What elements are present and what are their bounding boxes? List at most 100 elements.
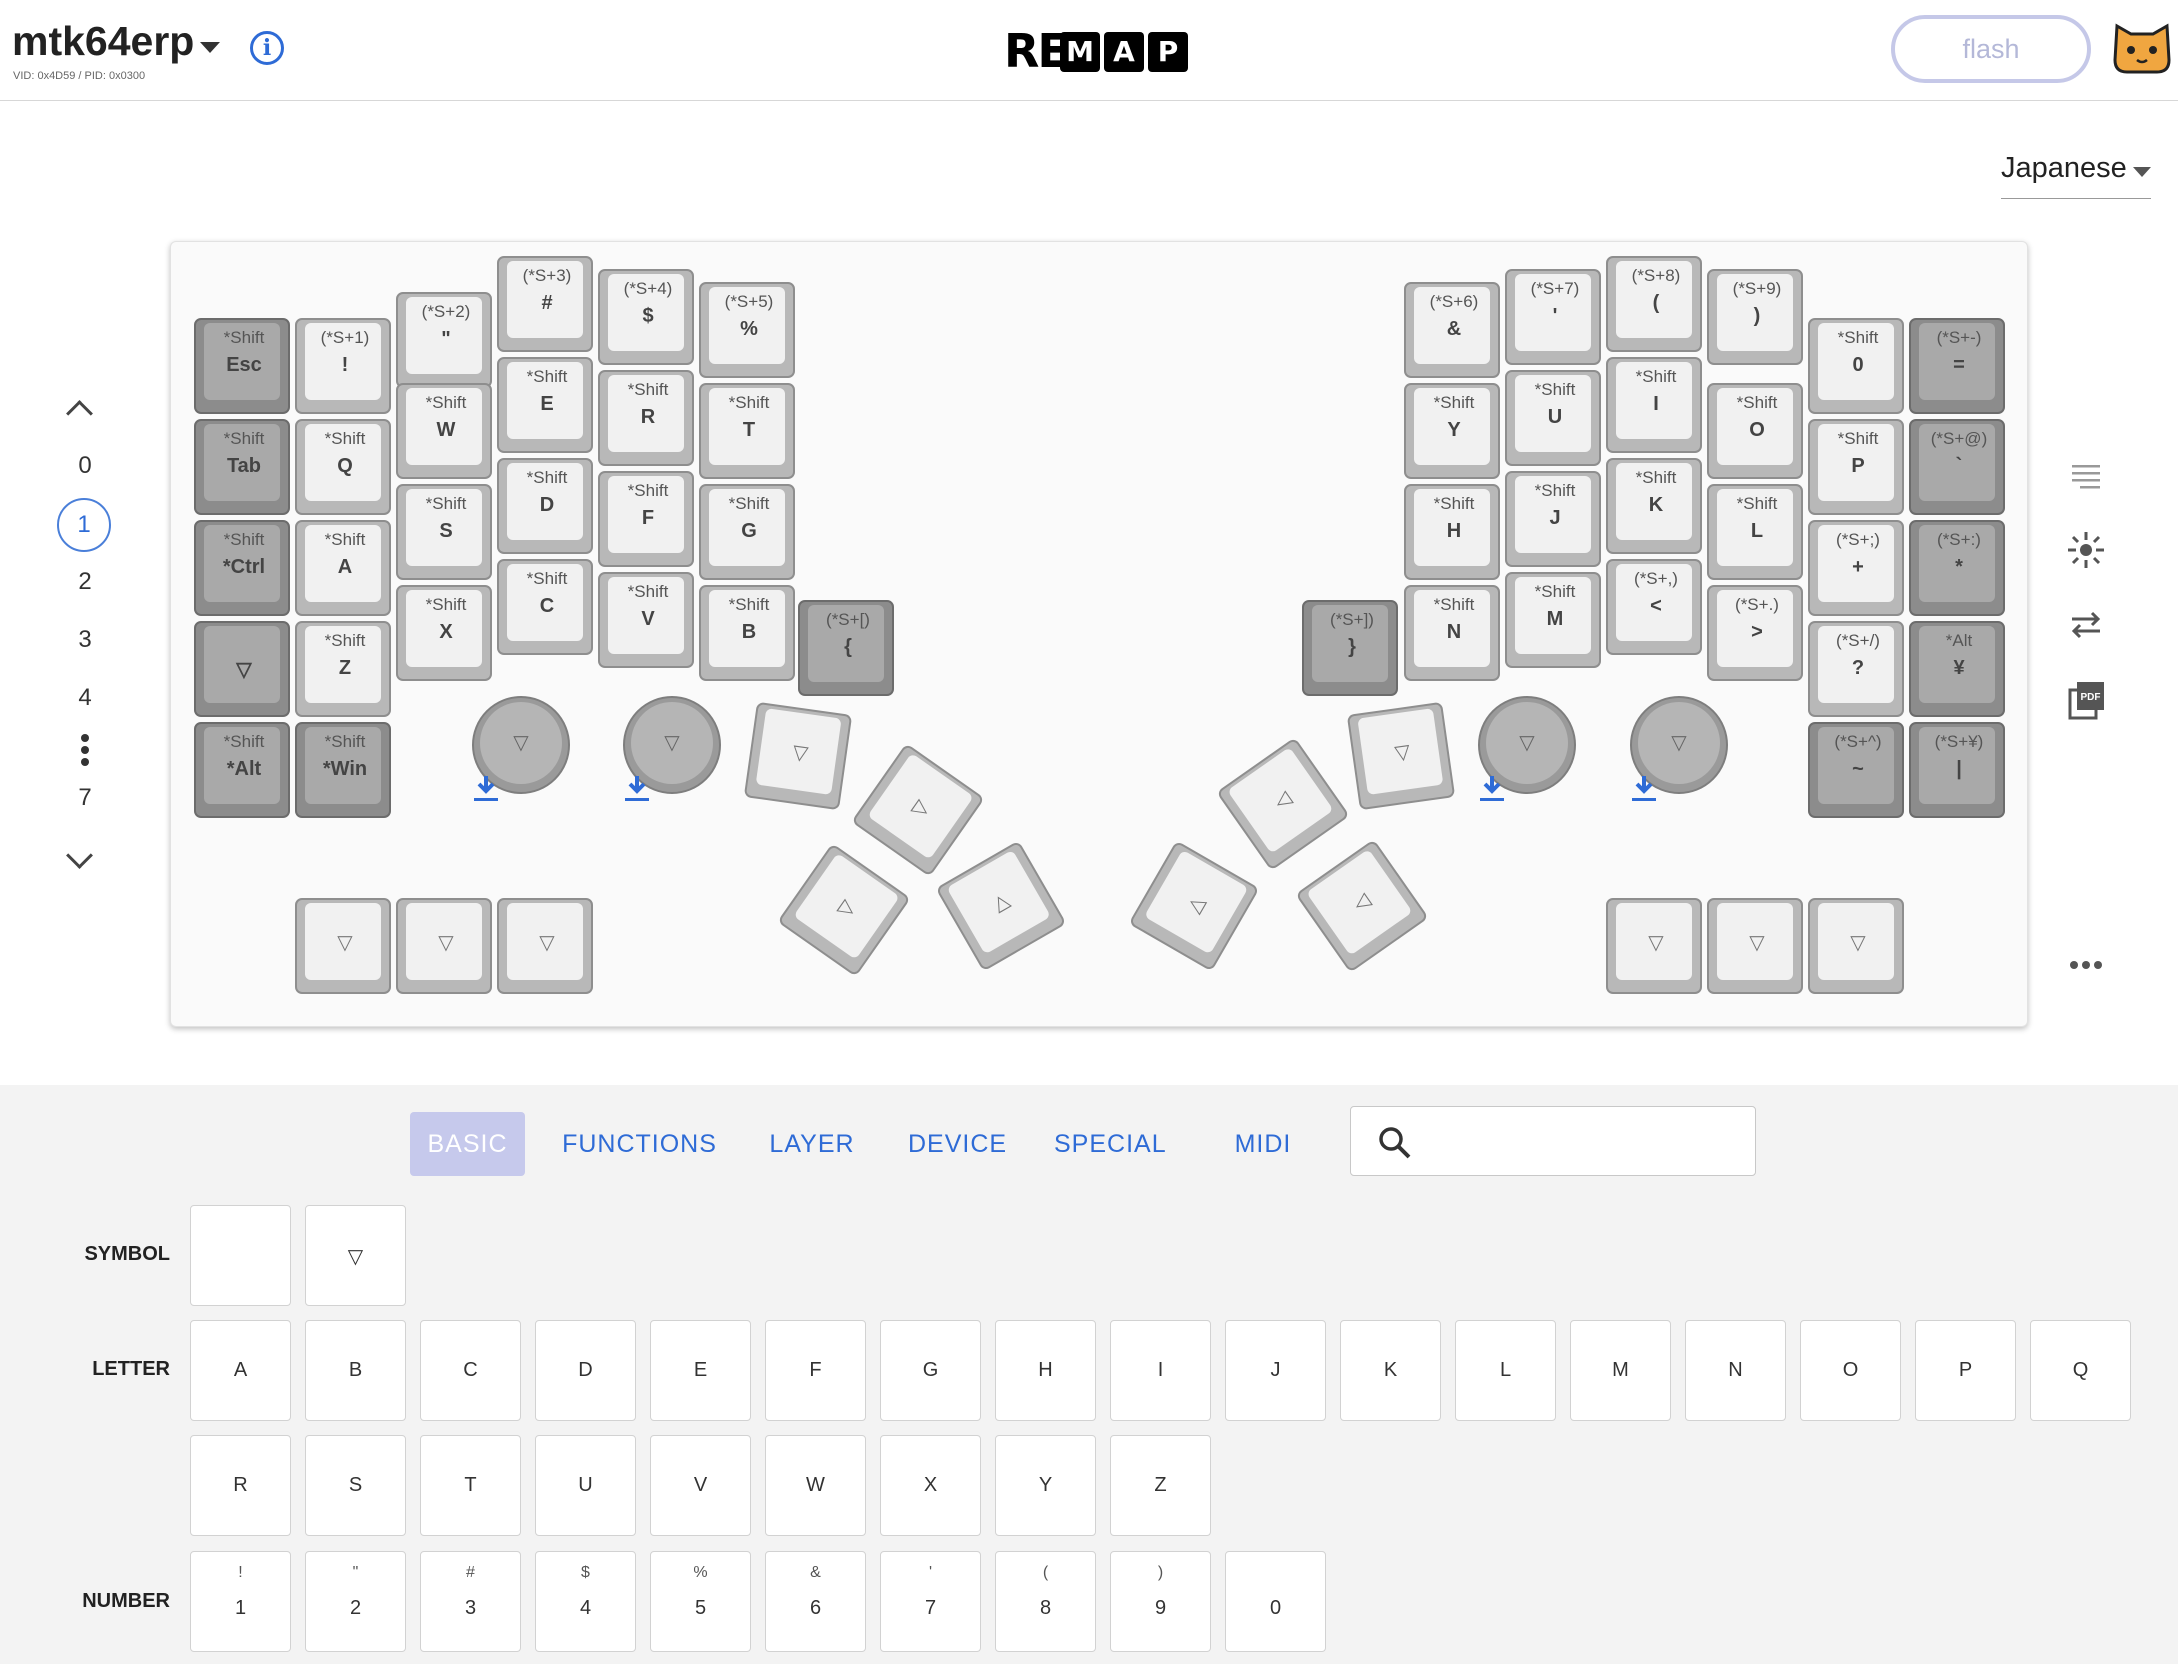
keyboard-key[interactable]: *Shift Esc: [194, 318, 290, 414]
keyboard-key[interactable]: *Shift *Win: [295, 722, 391, 818]
tab-device[interactable]: DEVICE: [908, 1112, 1006, 1176]
keycode-button[interactable]: % 5: [650, 1551, 751, 1652]
keyboard-key[interactable]: *Shift O: [1707, 383, 1803, 479]
keycode-button[interactable]: R: [190, 1435, 291, 1536]
keycode-button[interactable]: I: [1110, 1320, 1211, 1421]
keycode-button[interactable]: #3: [420, 1551, 521, 1652]
download-icon[interactable]: [1631, 774, 1657, 804]
layer-1-active[interactable]: 1: [57, 498, 111, 552]
keycode-button[interactable]: S: [305, 1435, 406, 1536]
layer-4[interactable]: 4: [65, 684, 105, 712]
flash-button[interactable]: flash: [1891, 15, 2091, 83]
keycode-button[interactable]: E: [650, 1320, 751, 1421]
keyboard-key[interactable]: *Shift B: [699, 585, 795, 681]
search-input[interactable]: [1350, 1106, 1756, 1176]
keyboard-key[interactable]: *Shift V: [598, 572, 694, 668]
tab-midi[interactable]: MIDI: [1230, 1112, 1296, 1176]
keyboard-key[interactable]: *Alt ¥: [1909, 621, 2005, 717]
cat-avatar-icon[interactable]: [2113, 20, 2171, 76]
download-icon[interactable]: [473, 774, 499, 804]
layer-0[interactable]: 0: [65, 452, 105, 480]
keyboard-key[interactable]: ▽: [396, 898, 492, 994]
keycode-button[interactable]: (8: [995, 1551, 1096, 1652]
keyboard-key[interactable]: ▽: [743, 701, 853, 811]
keycode-button[interactable]: C: [420, 1320, 521, 1421]
keyboard-key[interactable]: ▽: [295, 898, 391, 994]
keycode-button[interactable]: T: [420, 1435, 521, 1536]
keyboard-key[interactable]: *Shift U: [1505, 370, 1601, 466]
keyboard-key[interactable]: (*S+])}: [1302, 600, 1398, 696]
keyboard-key[interactable]: *Shift F: [598, 471, 694, 567]
keycode-button[interactable]: D: [535, 1320, 636, 1421]
keycode-button[interactable]: J: [1225, 1320, 1326, 1421]
menu-lines-icon[interactable]: [2066, 455, 2106, 495]
keyboard-key[interactable]: *Shift C: [497, 559, 593, 655]
keycode-button[interactable]: G: [880, 1320, 981, 1421]
keyboard-key[interactable]: *Shift T: [699, 383, 795, 479]
keyboard-key[interactable]: (*S+-) =: [1909, 318, 2005, 414]
keyboard-key[interactable]: (*S+2) ": [396, 292, 492, 388]
language-select[interactable]: Japanese: [2001, 148, 2151, 199]
keycode-button[interactable]: H: [995, 1320, 1096, 1421]
keyboard-key[interactable]: *Shift K: [1606, 458, 1702, 554]
keyboard-key[interactable]: (*S+,) <: [1606, 559, 1702, 655]
keycode-button[interactable]: 0: [1225, 1551, 1326, 1652]
keycode-button[interactable]: U: [535, 1435, 636, 1536]
layer-2[interactable]: 2: [65, 568, 105, 596]
download-icon[interactable]: [1479, 774, 1505, 804]
keyboard-key[interactable]: *Shift P: [1808, 419, 1904, 515]
tab-functions[interactable]: FUNCTIONS: [562, 1112, 717, 1176]
keyboard-key[interactable]: ▽: [1346, 701, 1456, 811]
download-icon[interactable]: [624, 774, 650, 804]
keycode-button[interactable]: W: [765, 1435, 866, 1536]
tab-special[interactable]: SPECIAL: [1054, 1112, 1166, 1176]
keyboard-key[interactable]: *Shift Q: [295, 419, 391, 515]
keyboard-key[interactable]: (*S+9)): [1707, 269, 1803, 365]
keyboard-key[interactable]: *Shift X: [396, 585, 492, 681]
keyboard-key[interactable]: *Shift I: [1606, 357, 1702, 453]
keyboard-key[interactable]: (*S+1)!: [295, 318, 391, 414]
keycode-button[interactable]: B: [305, 1320, 406, 1421]
keycode-button[interactable]: M: [1570, 1320, 1671, 1421]
keycode-button[interactable]: [190, 1205, 291, 1306]
keycode-button[interactable]: L: [1455, 1320, 1556, 1421]
keyboard-key[interactable]: (*S+^) ~: [1808, 722, 1904, 818]
info-icon[interactable]: i: [250, 31, 284, 65]
keyboard-key[interactable]: ▽: [497, 898, 593, 994]
keycode-button[interactable]: P: [1915, 1320, 2016, 1421]
keyboard-key[interactable]: *Shift R: [598, 370, 694, 466]
keyboard-key[interactable]: (*S+:) *: [1909, 520, 2005, 616]
keyboard-name[interactable]: mtk64erp: [12, 18, 194, 65]
keyboard-key[interactable]: (*S+7) ': [1505, 269, 1601, 365]
layer-down-icon[interactable]: [66, 842, 93, 869]
keycode-button[interactable]: Z: [1110, 1435, 1211, 1536]
keyboard-key[interactable]: (*S+3) #: [497, 256, 593, 352]
keycode-button[interactable]: F: [765, 1320, 866, 1421]
keyboard-key[interactable]: *Shift *Ctrl: [194, 520, 290, 616]
keyboard-key[interactable]: (*S+;) +: [1808, 520, 1904, 616]
keyboard-key[interactable]: *Shift M: [1505, 572, 1601, 668]
keycode-button[interactable]: ' 7: [880, 1551, 981, 1652]
keyboard-key[interactable]: *Shift N: [1404, 585, 1500, 681]
keycode-button[interactable]: K: [1340, 1320, 1441, 1421]
more-layers-icon[interactable]: [78, 733, 92, 767]
keyboard-key[interactable]: *Shift A: [295, 520, 391, 616]
keyboard-key[interactable]: *Shift E: [497, 357, 593, 453]
keycode-button[interactable]: ▽: [305, 1205, 406, 1306]
swap-icon[interactable]: [2066, 605, 2106, 645]
keyboard-key[interactable]: (*S+8) (: [1606, 256, 1702, 352]
keycode-button[interactable]: Q: [2030, 1320, 2131, 1421]
keyboard-key[interactable]: (*S+5)%: [699, 282, 795, 378]
keyboard-key[interactable]: *Shift 0: [1808, 318, 1904, 414]
layer-3[interactable]: 3: [65, 626, 105, 654]
keycode-button[interactable]: $4: [535, 1551, 636, 1652]
keyboard-key[interactable]: *Shift D: [497, 458, 593, 554]
keyboard-key[interactable]: *Shift W: [396, 383, 492, 479]
keyboard-key[interactable]: *Shift J: [1505, 471, 1601, 567]
layer-up-icon[interactable]: [66, 400, 93, 427]
keycode-button[interactable]: X: [880, 1435, 981, 1536]
keyboard-key[interactable]: ▽: [1707, 898, 1803, 994]
keyboard-key[interactable]: (*S+¥) |: [1909, 722, 2005, 818]
keyboard-key[interactable]: *Shift G: [699, 484, 795, 580]
keycode-button[interactable]: ) 9: [1110, 1551, 1211, 1652]
